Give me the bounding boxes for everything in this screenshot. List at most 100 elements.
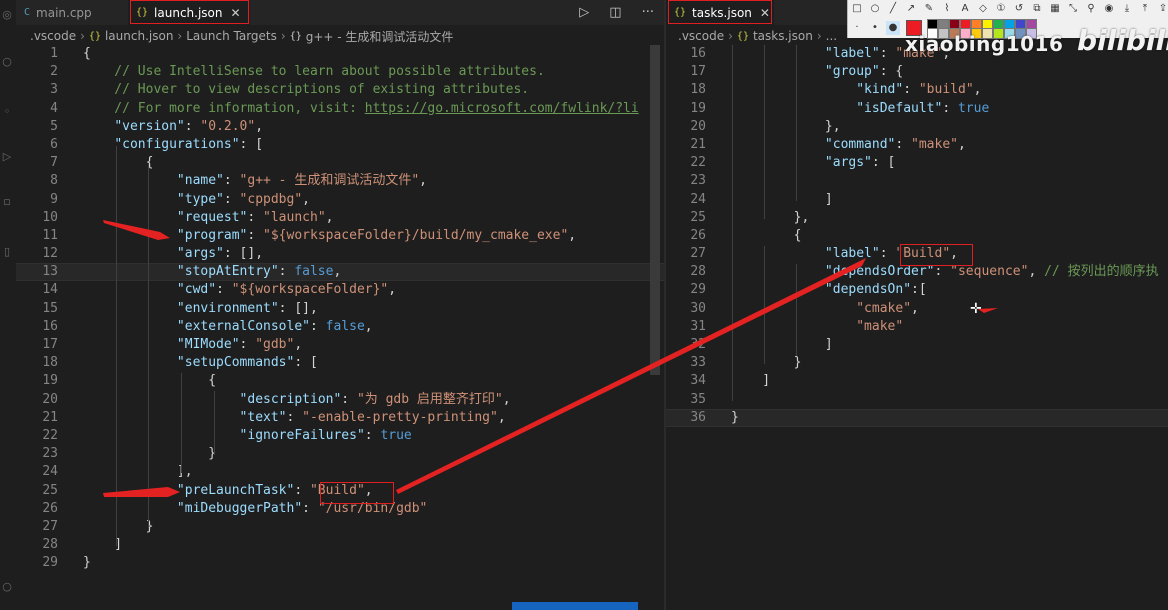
code-line[interactable]: 28 ] — [16, 536, 664, 554]
code-line[interactable]: 16 "externalConsole": false, — [16, 318, 664, 336]
breadcrumb-more[interactable]: ... — [826, 29, 837, 43]
remote-icon[interactable]: ▯ — [0, 245, 14, 259]
pen-tool-icon[interactable]: ✎ — [922, 2, 936, 16]
breadcrumb-folder[interactable]: .vscode — [678, 29, 724, 43]
tab-tasks-json[interactable]: {} tasks.json ✕ — [666, 0, 774, 25]
close-icon[interactable]: ✕ — [760, 6, 770, 20]
code-line[interactable]: 7 { — [16, 154, 664, 172]
code-line[interactable]: 27 } — [16, 518, 664, 536]
code-line[interactable]: 25 "preLaunchTask": "Build", — [16, 482, 664, 500]
code-line[interactable]: 31 "make" — [666, 318, 1168, 336]
code-line[interactable]: 2 // Use IntelliSense to learn about pos… — [16, 63, 664, 81]
tab-launch-json[interactable]: {} launch.json ✕ — [128, 0, 250, 25]
code-line[interactable]: 28 "dependsOrder": "sequence", // 按列出的顺序… — [666, 263, 1168, 281]
code-line[interactable]: 29 "dependsOn":[ — [666, 281, 1168, 299]
ellipse-tool-icon[interactable]: ○ — [868, 2, 882, 16]
run-icon[interactable]: ▷ — [579, 5, 589, 20]
code-line[interactable]: 8 "name": "g++ - 生成和调试活动文件", — [16, 172, 664, 190]
breadcrumb-file[interactable]: tasks.json — [753, 29, 813, 43]
text-tool-icon[interactable]: A — [958, 2, 972, 16]
account-icon[interactable]: ○ — [0, 580, 14, 594]
code-line[interactable]: 10 "request": "launch", — [16, 209, 664, 227]
code-line[interactable]: 24 ] — [666, 191, 1168, 209]
copy-icon[interactable]: ⧉ — [1030, 2, 1044, 16]
code-token: ], — [83, 464, 193, 480]
code-line[interactable]: 32 ] — [666, 336, 1168, 354]
code-line[interactable]: 34 ] — [666, 372, 1168, 390]
arrow-tool-icon[interactable]: ↗ — [904, 2, 918, 16]
pin-icon[interactable]: ⚲ — [1084, 2, 1098, 16]
code-line[interactable]: 20 "description": "为 gdb 启用整齐打印", — [16, 391, 664, 409]
code-line[interactable]: 3 // Hover to view descriptions of exist… — [16, 81, 664, 99]
share-icon[interactable]: ⇪ — [1156, 2, 1168, 16]
code-token: "cppdbg" — [239, 191, 303, 207]
code-line[interactable]: 4 // For more information, visit: https:… — [16, 100, 664, 118]
close-icon[interactable]: ✕ — [231, 6, 241, 20]
code-line[interactable]: 19 "isDefault": true — [666, 100, 1168, 118]
run-debug-icon[interactable]: ▷ — [0, 150, 14, 164]
code-line[interactable]: 5 "version": "0.2.0", — [16, 118, 664, 136]
code-line[interactable]: 20 }, — [666, 118, 1168, 136]
breadcrumb-section[interactable]: Launch Targets — [186, 29, 277, 43]
code-line[interactable]: 9 "type": "cppdbg", — [16, 191, 664, 209]
upload-icon[interactable]: ⤒ — [1138, 2, 1152, 16]
code-line[interactable]: 11 "program": "${workspaceFolder}/build/… — [16, 227, 664, 245]
search-icon[interactable]: ○ — [0, 55, 14, 69]
line-number: 1 — [50, 46, 58, 61]
code-line[interactable]: 15 "environment": [], — [16, 300, 664, 318]
line-tool-icon[interactable]: ╱ — [886, 2, 900, 16]
code-line[interactable]: 6 "configurations": [ — [16, 136, 664, 154]
record-icon[interactable]: ◉ — [1102, 2, 1116, 16]
code-line[interactable]: 27 "label": "Build", — [666, 245, 1168, 263]
blur-icon[interactable]: ▦ — [1048, 2, 1062, 16]
download-icon[interactable]: ⤓ — [1120, 2, 1134, 16]
breadcrumb-symbol[interactable]: g++ - 生成和调试活动文件 — [306, 28, 454, 45]
code-line[interactable]: 22 "ignoreFailures": true — [16, 427, 664, 445]
code-line[interactable]: 30 "cmake", — [666, 300, 1168, 318]
marker-tool-icon[interactable]: ⌇ — [940, 2, 954, 16]
thin-size-icon[interactable]: · — [850, 21, 864, 35]
code-line[interactable]: 22 "args": [ — [666, 154, 1168, 172]
code-line[interactable]: 21 "text": "-enable-pretty-printing", — [16, 409, 664, 427]
explorer-icon[interactable]: ◎ — [0, 8, 14, 22]
code-line[interactable]: 26 { — [666, 227, 1168, 245]
code-line[interactable]: 21 "command": "make", — [666, 136, 1168, 154]
scrollbar[interactable] — [650, 45, 660, 375]
code-line[interactable]: 24 ], — [16, 463, 664, 481]
code-line[interactable]: 17 "MIMode": "gdb", — [16, 336, 664, 354]
code-line[interactable]: 29} — [16, 554, 664, 572]
code-line[interactable]: 36} — [666, 408, 1168, 427]
code-line[interactable]: 19 { — [16, 372, 664, 390]
code-token: , — [364, 482, 373, 498]
breadcrumb-folder[interactable]: .vscode — [30, 29, 76, 43]
code-line[interactable]: 14 "cwd": "${workspaceFolder}", — [16, 281, 664, 299]
code-line[interactable]: 18 "kind": "build", — [666, 81, 1168, 99]
code-line[interactable]: 35 — [666, 391, 1168, 409]
code-line[interactable]: 1{ — [16, 45, 664, 63]
right-code-area[interactable]: 16 "label": "make", 17 "group": {18 "kind… — [666, 45, 1168, 427]
code-line[interactable]: 23 — [666, 172, 1168, 190]
code-line[interactable]: 12 "args": [], — [16, 245, 664, 263]
code-line[interactable]: 33 } — [666, 354, 1168, 372]
breadcrumb-file[interactable]: launch.json — [105, 29, 173, 43]
code-line[interactable]: 13 "stopAtEntry": false, — [16, 263, 664, 282]
rectangle-tool-icon[interactable]: □ — [850, 2, 864, 16]
extensions-icon[interactable]: ▫ — [0, 195, 14, 209]
medium-size-icon[interactable]: • — [868, 21, 882, 35]
code-line[interactable]: 26 "miDebuggerPath": "/usr/bin/gdb" — [16, 500, 664, 518]
code-line[interactable]: 17 "group": { — [666, 63, 1168, 81]
code-line[interactable]: 18 "setupCommands": [ — [16, 354, 664, 372]
code-line[interactable]: 23 } — [16, 445, 664, 463]
more-actions-icon[interactable]: ··· — [642, 5, 654, 20]
code-line[interactable]: 25 }, — [666, 209, 1168, 227]
resize-icon[interactable]: ⤡ — [1066, 2, 1080, 16]
number-tool-icon[interactable]: ① — [994, 2, 1008, 16]
left-code-area[interactable]: 1{2 // Use IntelliSense to learn about p… — [16, 45, 664, 572]
source-control-icon[interactable]: ◦ — [0, 105, 14, 119]
eraser-tool-icon[interactable]: ◇ — [976, 2, 990, 16]
thick-size-icon[interactable]: ● — [886, 21, 900, 35]
tab-main-cpp[interactable]: C main.cpp — [16, 0, 128, 25]
split-editor-icon[interactable]: ◫ — [609, 5, 621, 20]
undo-icon[interactable]: ↺ — [1012, 2, 1026, 16]
